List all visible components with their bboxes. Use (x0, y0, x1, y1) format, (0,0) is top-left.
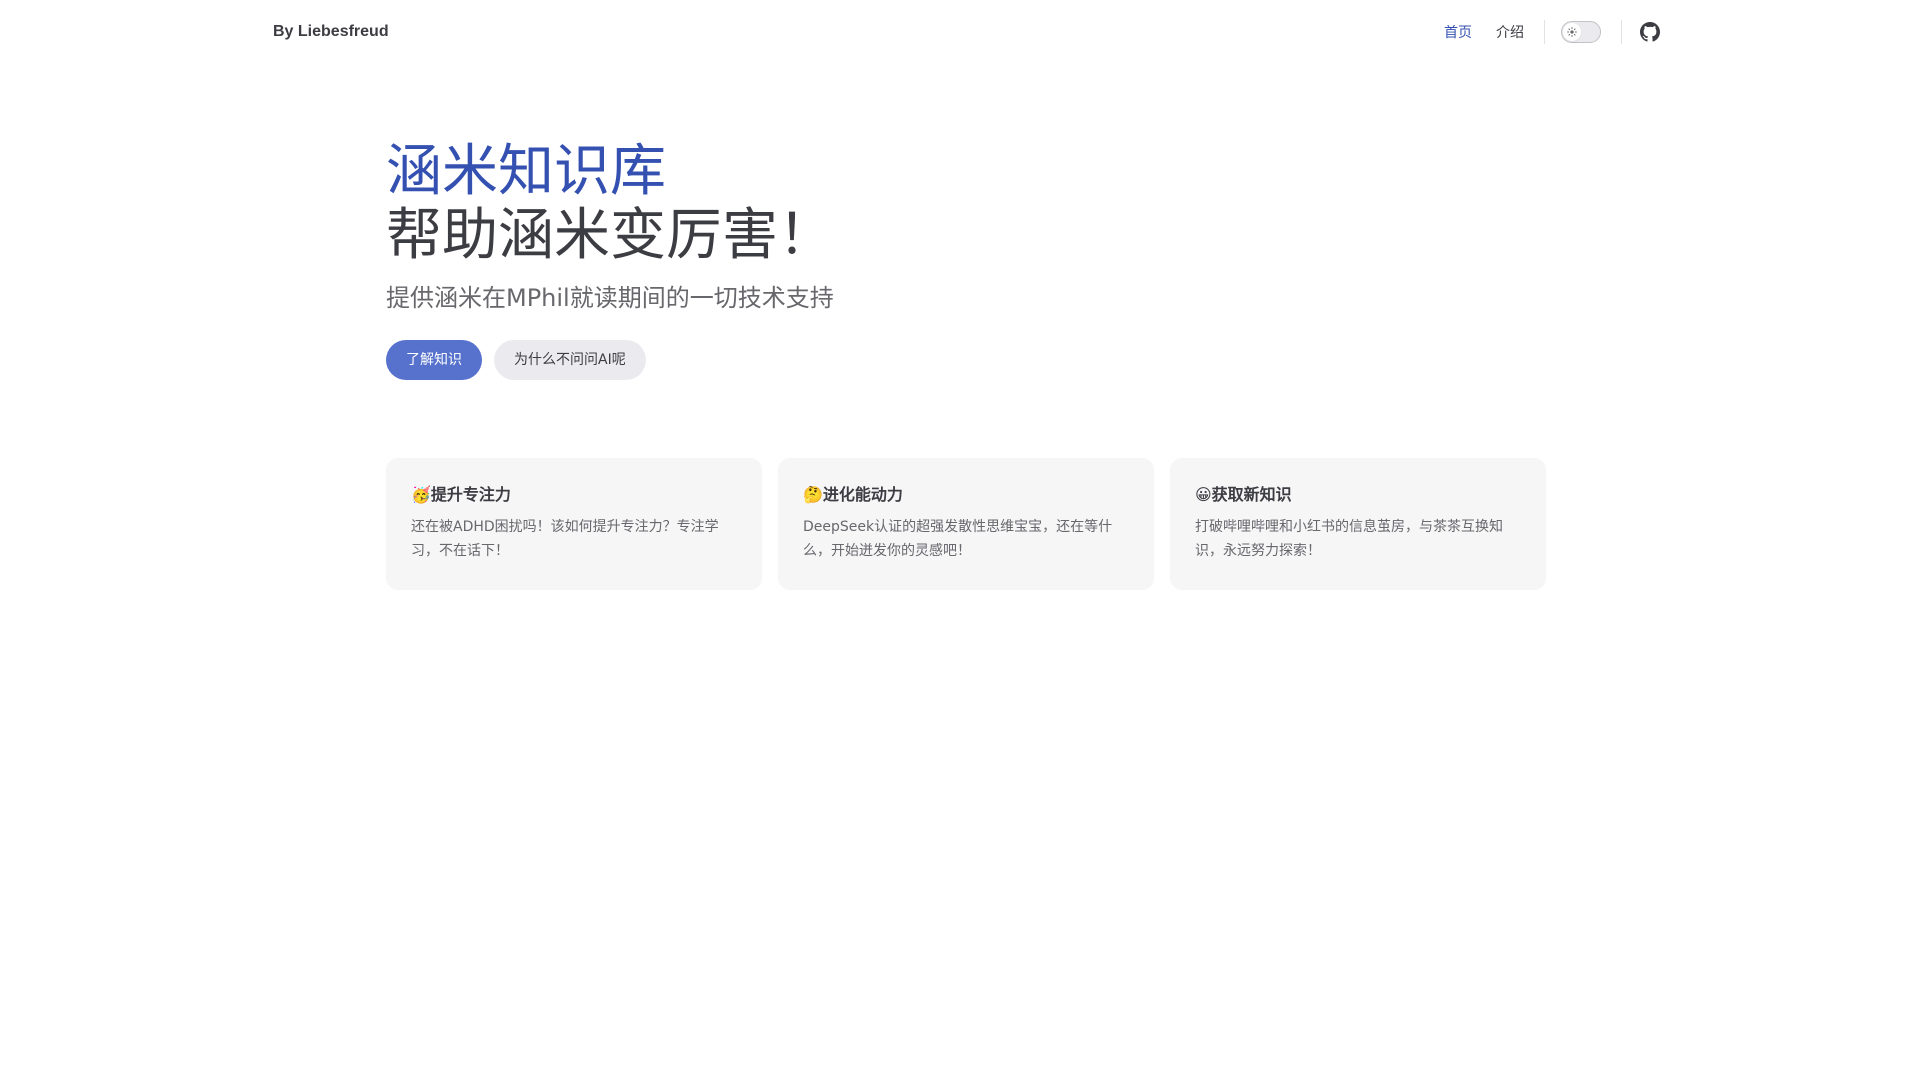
nav-link-home[interactable]: 首页 (1444, 22, 1472, 42)
nav-menu: 首页 介绍 (1420, 0, 1662, 64)
feature-details: DeepSeek认证的超强发散性思维宝宝，还在等什么，开始迸发你的灵感吧！ (803, 519, 1113, 559)
hero-actions: 了解知识 为什么不问问AI呢 (386, 340, 1536, 380)
feature-title: 😀获取新知识 (1195, 485, 1292, 504)
hero-name: 涵米知识库 (386, 139, 666, 204)
feature-details: 还在被ADHD困扰吗！该如何提升专注力？专注学习，不在话下！ (411, 519, 719, 559)
features: 🥳提升专注力 还在被ADHD困扰吗！该如何提升专注力？专注学习，不在话下！ 🤔进… (386, 458, 1546, 590)
appearance-toggle[interactable] (1561, 21, 1601, 43)
feature-title: 🥳提升专注力 (411, 485, 511, 504)
navbar: By Liebesfreud 首页 介绍 (0, 0, 1920, 64)
site-title-link[interactable]: By Liebesfreud (273, 0, 389, 64)
github-icon[interactable] (1638, 20, 1662, 44)
sun-icon (1563, 23, 1581, 41)
feature-card-focus: 🥳提升专注力 还在被ADHD困扰吗！该如何提升专注力？专注学习，不在话下！ (386, 458, 762, 590)
hero: 涵米知识库 帮助涵米变厉害！ 提供涵米在MPhil就读期间的一切技术支持 了解知… (386, 140, 1536, 380)
ask-ai-button[interactable]: 为什么不问问AI呢 (494, 340, 646, 380)
feature-title: 🤔进化能动力 (803, 485, 903, 504)
hero-text: 帮助涵米变厉害！ (386, 203, 834, 268)
hero-tagline: 提供涵米在MPhil就读期间的一切技术支持 (386, 284, 834, 312)
feature-details: 打破哔哩哔哩和小红书的信息茧房，与茶茶互换知识，永远努力探索！ (1195, 519, 1503, 559)
feature-card-motivation: 🤔进化能动力 DeepSeek认证的超强发散性思维宝宝，还在等什么，开始迸发你的… (778, 458, 1154, 590)
nav-link-intro[interactable]: 介绍 (1496, 22, 1524, 42)
nav-divider (1544, 20, 1545, 44)
nav-divider (1621, 20, 1622, 44)
learn-knowledge-button[interactable]: 了解知识 (386, 340, 482, 380)
feature-card-knowledge: 😀获取新知识 打破哔哩哔哩和小红书的信息茧房，与茶茶互换知识，永远努力探索！ (1170, 458, 1546, 590)
